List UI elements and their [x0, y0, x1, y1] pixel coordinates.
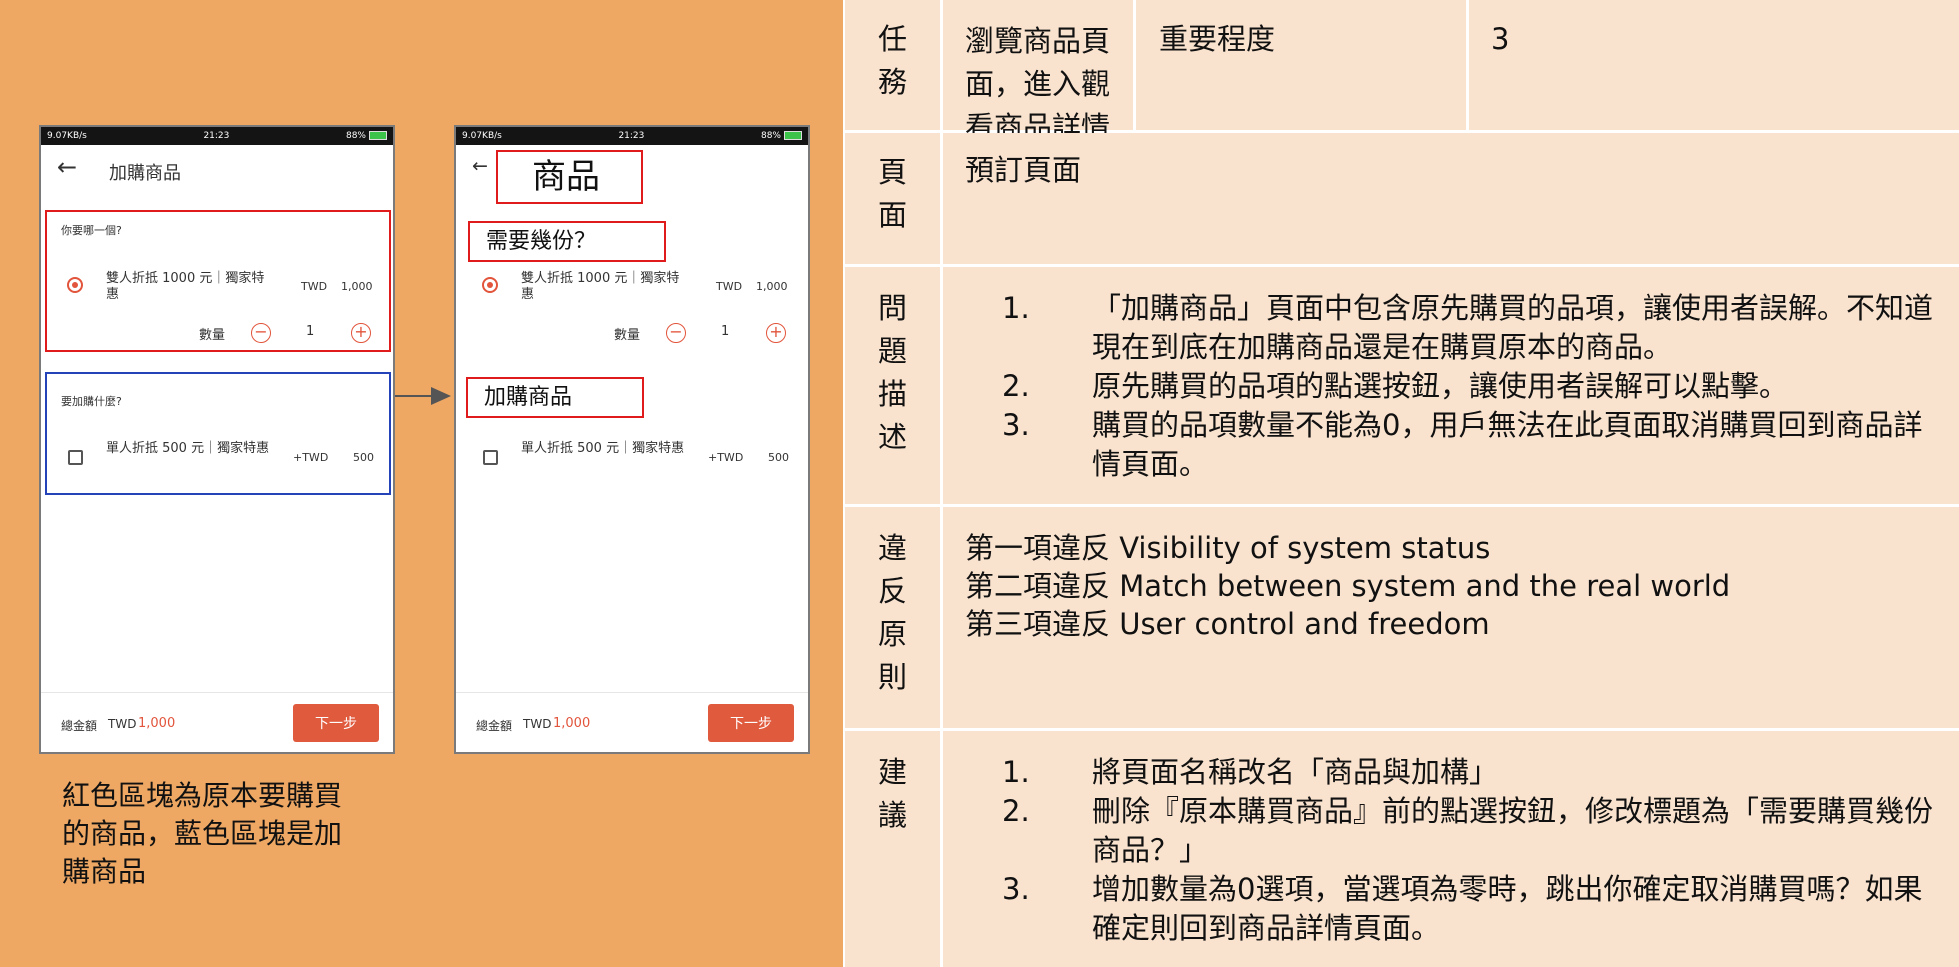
status-bar: 9.07KB/s 21:23 88%	[456, 127, 808, 145]
importance-label: 重要程度	[1136, 0, 1466, 130]
total-label: 總金額	[61, 719, 98, 733]
blue-highlight-box	[45, 372, 391, 495]
item-name-single: 單人折抵 500 元｜獨家特惠	[521, 441, 685, 456]
suggestion-item: 1. 將頁面名稱改名「商品與加構」	[1002, 755, 1499, 789]
battery-icon	[368, 131, 387, 140]
suggestion-list: 1. 將頁面名稱改名「商品與加構」 2. 刪除『原本購買商品』前的點選按鈕，修改標題…	[943, 731, 1959, 967]
next-step-button[interactable]: 下一步	[293, 704, 379, 742]
back-arrow-icon[interactable]: ←	[57, 153, 77, 181]
status-bar: 9.07KB/s 21:23 88%	[41, 127, 393, 145]
page-title: 加購商品	[109, 163, 181, 184]
problem-list: 1. 「加購商品」頁面中包含原先購買的品項，讓使用者誤解。不知道現在到底在加購商品…	[943, 267, 1959, 504]
task-header: 任 務	[845, 0, 940, 130]
suggestion-item: 2. 刪除『原本購買商品』前的點選按鈕，修改標題為「需要購買幾份商品？」	[1002, 794, 1934, 867]
violation-list: 第一項違反 Visibility of system status 第二項違反 …	[943, 507, 1959, 728]
red-highlight-box	[45, 210, 391, 352]
item-name-double: 雙人折抵 1000 元｜獨家特惠	[521, 271, 680, 302]
caption-text: 紅色區塊為原本要購買的商品，藍色區塊是加購商品	[62, 779, 343, 888]
right-arrow-icon	[395, 387, 451, 405]
violation-header: 違 反 原 則	[845, 507, 940, 728]
item-currency: TWD	[716, 280, 743, 293]
item-currency: +TWD	[708, 451, 744, 464]
problem-header: 問 題 描 述	[845, 267, 940, 504]
callout-addon-suggestion: 加購商品	[466, 377, 644, 418]
item-price: 500	[768, 451, 789, 464]
battery-status: 88%	[346, 131, 387, 141]
phone-screenshot-redesign: 9.07KB/s 21:23 88% ← 商品 需要幾份？ 雙人折抵 1000 …	[454, 125, 810, 754]
footer-divider	[41, 692, 393, 693]
violation-item: 第一項違反 Visibility of system status	[965, 531, 1491, 565]
total-currency: TWD	[523, 717, 552, 731]
callout-quantity-suggestion: 需要幾份？	[468, 221, 666, 262]
suggestion-header: 建 議	[845, 731, 940, 967]
page-value: 預訂頁面	[943, 133, 1959, 264]
page-header: 頁 面	[845, 133, 940, 264]
quantity-plus-button[interactable]: +	[766, 323, 786, 343]
heuristic-evaluation-table: 任 務 瀏覽商品頁面，進入觀看商品詳情並預訂 重要程度 3 頁 面 預訂頁面 問…	[843, 0, 1959, 967]
quantity-label: 數量	[614, 328, 641, 343]
back-arrow-icon[interactable]: ←	[472, 155, 488, 177]
network-speed: 9.07KB/s	[462, 131, 502, 141]
app-bar: ← 加購商品	[41, 145, 393, 195]
problem-item: 2. 原先購買的品項的點選按鈕，讓使用者誤解可以點擊。	[1002, 369, 1789, 403]
battery-icon	[783, 131, 802, 140]
quantity-minus-button[interactable]: −	[666, 323, 686, 343]
footer-divider	[456, 692, 808, 693]
problem-item: 3. 購買的品項數量不能為0，用戶無法在此頁面取消購買回到商品詳情頁面。	[1002, 408, 1923, 481]
annotation-panel: 9.07KB/s 21:23 88% ← 加購商品 你要哪一個? 雙人折抵 10…	[0, 0, 843, 967]
total-value: 1,000	[553, 716, 591, 731]
item-price: 1,000	[756, 280, 788, 293]
task-value: 瀏覽商品頁面，進入觀看商品詳情並預訂	[943, 0, 1133, 187]
phone-screenshot-original: 9.07KB/s 21:23 88% ← 加購商品 你要哪一個? 雙人折抵 10…	[39, 125, 395, 754]
total-currency: TWD	[108, 717, 137, 731]
total-value: 1,000	[138, 716, 176, 731]
battery-status: 88%	[761, 131, 802, 141]
callout-title-suggestion: 商品	[496, 150, 643, 204]
problem-item: 1. 「加購商品」頁面中包含原先購買的品項，讓使用者誤解。不知道現在到底在加購商品…	[1002, 291, 1934, 364]
total-label: 總金額	[476, 719, 513, 733]
next-step-button[interactable]: 下一步	[708, 704, 794, 742]
status-time: 21:23	[203, 131, 230, 141]
radio-button-selected[interactable]	[482, 277, 498, 293]
violation-item: 第二項違反 Match between system and the real …	[965, 569, 1731, 603]
quantity-value: 1	[721, 324, 730, 339]
importance-value: 3	[1469, 0, 1959, 130]
status-time: 21:23	[618, 131, 645, 141]
suggestion-item: 3. 增加數量為0選項，當選項為零時，跳出你確定取消購買嗎？如果確定則回到商品詳情…	[1002, 872, 1923, 945]
checkbox-addon[interactable]	[483, 450, 498, 465]
violation-item: 第三項違反 User control and freedom	[965, 607, 1490, 641]
network-speed: 9.07KB/s	[47, 131, 87, 141]
